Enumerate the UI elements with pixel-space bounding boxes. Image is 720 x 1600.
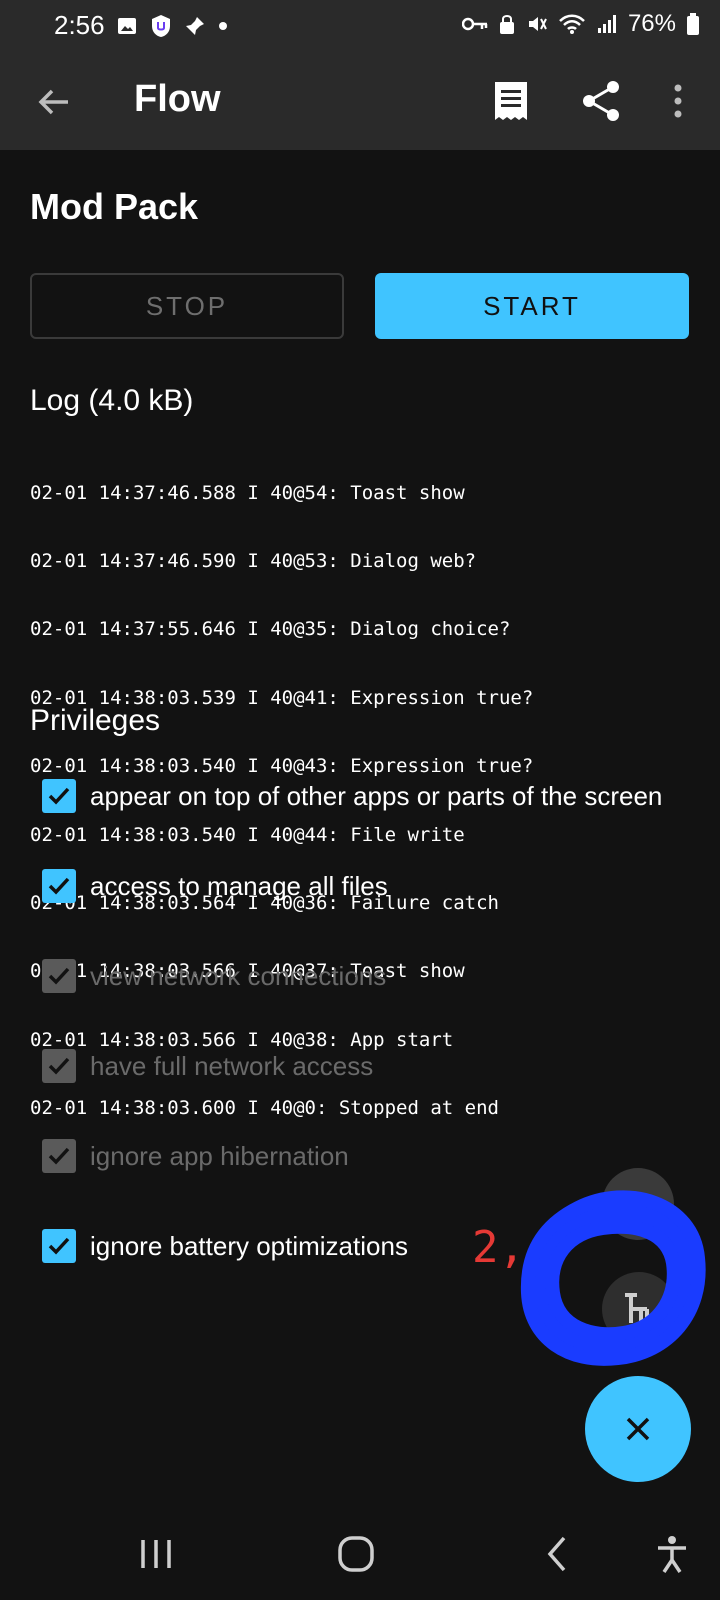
status-icons-left (116, 14, 228, 38)
checkbox-disabled (42, 1139, 76, 1173)
navigation-bar (0, 1508, 720, 1600)
privilege-label: view network connections (90, 960, 387, 991)
checkbox-disabled (42, 1049, 76, 1083)
log-line: 02-01 14:37:55.646 I 40@35: Dialog choic… (30, 618, 511, 641)
flow-name: Mod Pack (30, 186, 199, 227)
status-bar: 2:56 76% (0, 0, 720, 52)
page-title: Flow (134, 78, 221, 120)
shield-icon (152, 15, 170, 37)
privilege-label: have full network access (90, 1050, 374, 1081)
arrow-back-icon (38, 89, 68, 115)
image-icon (118, 18, 136, 34)
privilege-label: appear on top of other apps or parts of … (90, 780, 663, 811)
home-icon (338, 1536, 374, 1572)
checkbox-checked[interactable] (42, 869, 76, 903)
privilege-overlay[interactable]: appear on top of other apps or parts of … (42, 776, 662, 816)
check-icon (48, 967, 70, 985)
check-icon (48, 877, 70, 895)
mute-icon (528, 17, 547, 31)
app-bar: Flow (0, 52, 720, 150)
nav-back-icon (547, 1536, 566, 1572)
privilege-internet: have full network access (42, 1046, 373, 1086)
status-icons-right: 76% (461, 10, 700, 38)
checkbox-checked[interactable] (42, 1229, 76, 1263)
log-icon (495, 82, 527, 120)
recent-apps-icon (141, 1540, 171, 1568)
lock-icon (499, 15, 514, 34)
back-button[interactable] (30, 78, 78, 126)
privilege-manage-files[interactable]: access to manage all files (42, 866, 388, 906)
checkbox-checked[interactable] (42, 779, 76, 813)
check-icon (48, 1057, 70, 1075)
nav-back-button[interactable] (536, 1532, 580, 1576)
recent-apps-button[interactable] (134, 1532, 178, 1576)
share-icon (583, 81, 619, 121)
log-line: 02-01 14:38:03.540 I 40@44: File write (30, 823, 465, 846)
accessibility-button[interactable] (650, 1532, 694, 1576)
more-options-button[interactable] (660, 76, 696, 126)
privilege-battery[interactable]: ignore battery optimizations (42, 1226, 408, 1266)
home-button[interactable] (334, 1532, 378, 1576)
log-line: 02-01 14:37:46.590 I 40@53: Dialog web? (30, 549, 477, 572)
privilege-network-state: view network connections (42, 956, 386, 996)
annotation-circle (520, 1190, 706, 1366)
wifi-icon (559, 14, 585, 34)
pin-icon (186, 17, 204, 35)
dot-icon (219, 22, 227, 30)
checkbox-disabled (42, 959, 76, 993)
log-line: 02-01 14:38:03.600 I 40@0: Stopped at en… (30, 1097, 499, 1120)
accessibility-icon (658, 1536, 686, 1573)
key-icon (461, 17, 488, 31)
close-icon (626, 1417, 650, 1441)
status-time: 2:56 (54, 10, 105, 40)
check-icon (48, 787, 70, 805)
log-line: 02-01 14:37:46.588 I 40@54: Toast show (30, 481, 465, 504)
signal-icon (597, 15, 616, 33)
stop-button[interactable]: STOP (30, 273, 344, 339)
share-button[interactable] (576, 76, 626, 126)
log-line: 02-01 14:38:03.540 I 40@43: Expression t… (30, 755, 534, 778)
check-icon (48, 1237, 70, 1255)
start-button[interactable]: START (375, 273, 689, 339)
privilege-hibernation: ignore app hibernation (42, 1136, 349, 1176)
check-icon (48, 1147, 70, 1165)
more-vert-icon (674, 84, 682, 118)
log-button[interactable] (486, 76, 536, 126)
battery-icon (687, 13, 699, 35)
privilege-label: ignore battery optimizations (90, 1230, 408, 1261)
battery-percent: 76% (627, 10, 676, 37)
privilege-label: ignore app hibernation (90, 1140, 349, 1171)
privileges-title: Privileges (30, 704, 161, 737)
log-title: Log (4.0 kB) (30, 384, 194, 417)
privilege-label: access to manage all files (90, 870, 388, 901)
